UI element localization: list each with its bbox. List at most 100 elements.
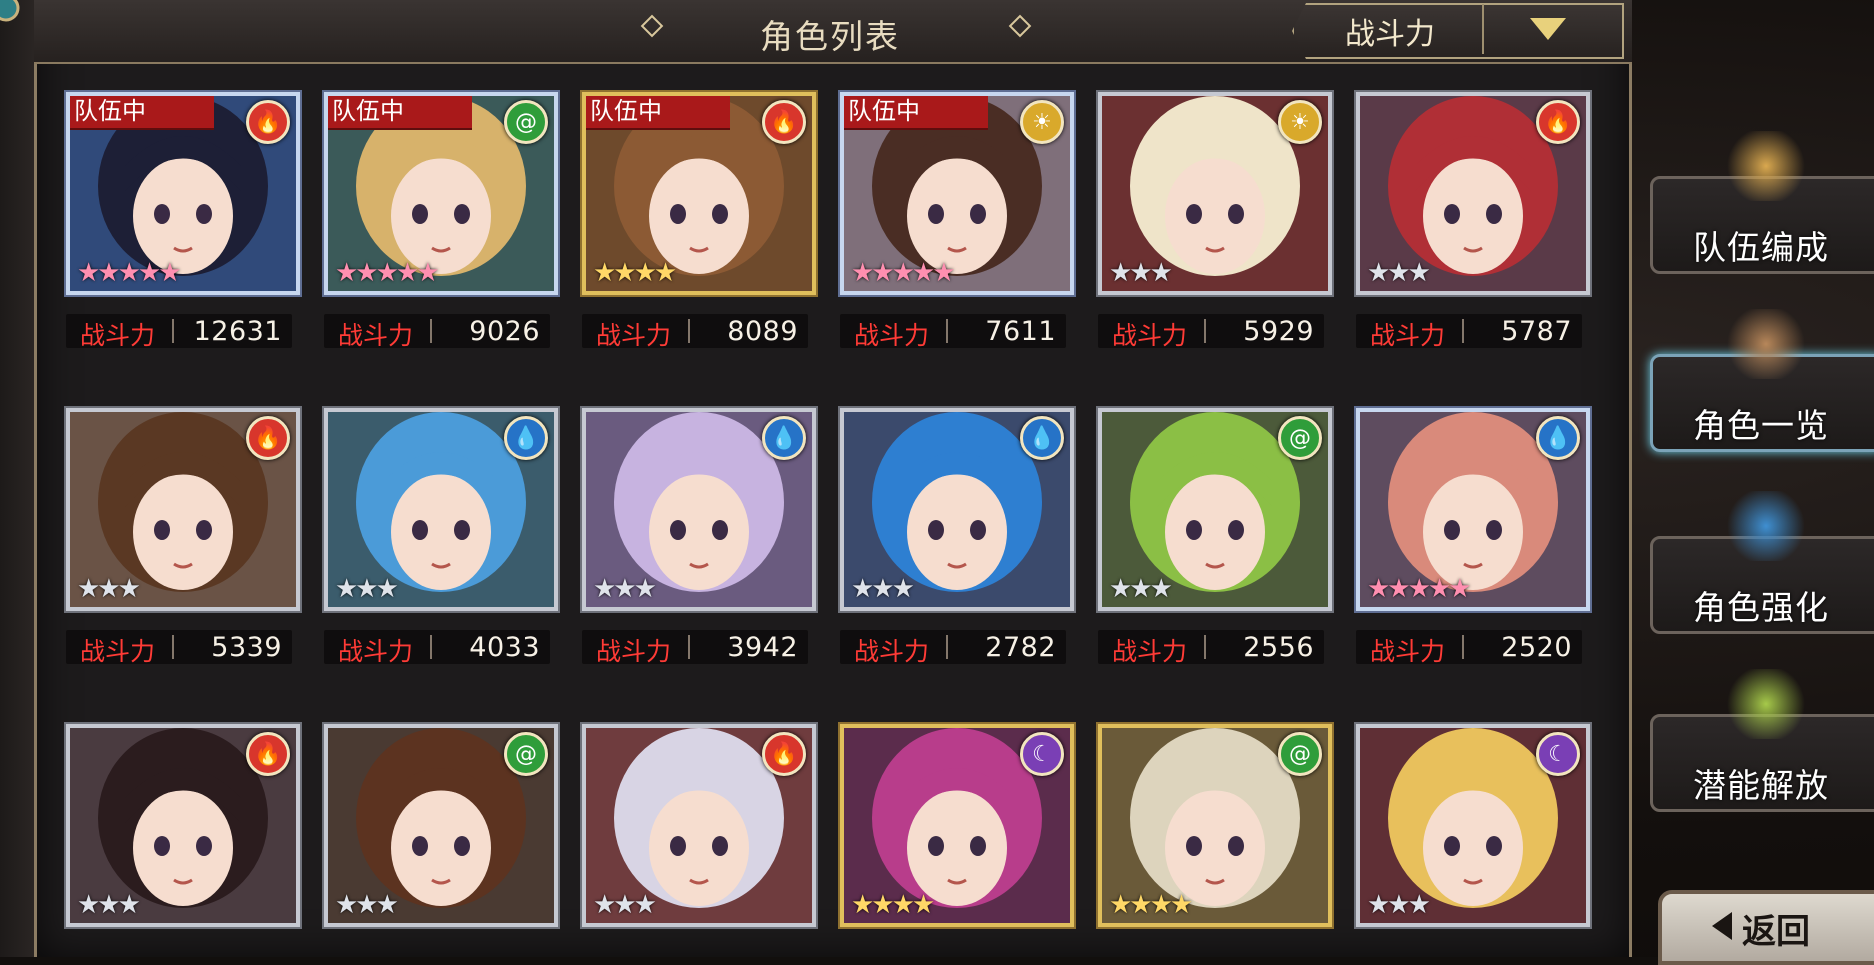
combat-power-bar: 战斗力 3942 [582,630,808,666]
wind-swirl-icon: @ [1278,416,1322,460]
combat-power-value: 2556 [1243,632,1314,663]
combat-power-label: 战斗力 [1112,637,1188,666]
combat-power-bar: 战斗力 5929 [1098,314,1324,350]
combat-power-bar: 战斗力 2556 [1098,630,1324,666]
rarity-stars: ★★★★ [851,890,935,920]
combat-power-value: 7611 [985,316,1056,347]
character-card[interactable]: @ ★★★ [1098,408,1332,611]
character-card[interactable]: @ ★★★★ [1098,724,1332,927]
combat-power-bar: 战斗力 2782 [840,630,1066,666]
sidebar-button-art-icon [1723,131,1809,201]
flame-icon: 🔥 [762,732,806,776]
in-team-badge: 队伍中 [70,96,214,130]
combat-power-label: 战斗力 [1370,637,1446,666]
flame-icon: 🔥 [246,732,290,776]
rarity-stars: ★★★★ [593,258,677,288]
character-card[interactable]: 🔥 ★★★ [66,724,300,927]
left-edge-panel [0,0,36,957]
rarity-stars: ★★★★★ [335,258,440,288]
sort-dropdown[interactable] [1292,3,1624,59]
rarity-stars: ★★★ [335,574,399,604]
rarity-stars: ★★★ [1367,258,1431,288]
rarity-stars: ★★★ [77,890,141,920]
character-card[interactable]: ☾ ★★★★ [840,724,1074,927]
rarity-stars: ★★★ [335,890,399,920]
flame-icon: 🔥 [1536,100,1580,144]
wind-swirl-icon: @ [504,732,548,776]
sun-icon: ☀ [1020,100,1064,144]
combat-power-label: 战斗力 [596,321,672,350]
character-card[interactable]: 🔥 ★★★ [1356,92,1590,295]
combat-power-value: 5339 [211,632,282,663]
crescent-moon-icon: ☾ [1020,732,1064,776]
combat-power-label: 战斗力 [1370,321,1446,350]
wind-swirl-icon: @ [504,100,548,144]
combat-power-bar: 战斗力 5787 [1356,314,1582,350]
character-card[interactable]: 💧 ★★★ [840,408,1074,611]
combat-power-value: 5929 [1243,316,1314,347]
rarity-stars: ★★★ [77,574,141,604]
character-card[interactable]: 🔥 ★★★ [582,724,816,927]
in-team-badge: 队伍中 [586,96,730,130]
sidebar-button-2[interactable]: 角色一览 [1650,309,1874,452]
water-drop-icon: 💧 [762,416,806,460]
water-drop-icon: 💧 [1020,416,1064,460]
combat-power-bar: 战斗力 12631 [66,314,292,350]
combat-power-bar: 战斗力 5339 [66,630,292,666]
sidebar-button-3[interactable]: 角色强化 [1650,491,1874,634]
back-button-label: 返回 [1742,912,1810,952]
back-button[interactable]: 返回 [1658,890,1874,965]
character-card[interactable]: ☾ ★★★ [1356,724,1590,927]
combat-power-divider [1462,635,1464,659]
rarity-stars: ★★★ [1109,574,1173,604]
flame-icon: 🔥 [762,100,806,144]
character-card[interactable]: ☀ ★★★ [1098,92,1332,295]
corner-ornament-icon [0,0,20,22]
rarity-stars: ★★★★ [1109,890,1193,920]
character-card[interactable]: 💧 ★★★ [324,408,558,611]
rarity-stars: ★★★ [593,890,657,920]
combat-power-divider [172,319,174,343]
flame-icon: 🔥 [246,100,290,144]
water-drop-icon: 💧 [504,416,548,460]
rarity-stars: ★★★★★ [851,258,956,288]
combat-power-label: 战斗力 [338,321,414,350]
combat-power-bar: 战斗力 4033 [324,630,550,666]
combat-power-value: 12631 [193,316,282,347]
combat-power-label: 战斗力 [596,637,672,666]
rarity-stars: ★★★★★ [77,258,182,288]
combat-power-bar: 战斗力 9026 [324,314,550,350]
character-card[interactable]: 🔥 ★★★ [66,408,300,611]
character-card[interactable]: 队伍中 🔥 ★★★★★ [66,92,300,295]
character-card[interactable]: 💧 ★★★★★ [1356,408,1590,611]
character-card[interactable]: @ ★★★ [324,724,558,927]
sort-dropdown-label: 战斗力 [1345,18,1435,51]
wind-swirl-icon: @ [1278,732,1322,776]
combat-power-value: 3942 [727,632,798,663]
combat-power-bar: 战斗力 7611 [840,314,1066,350]
character-card[interactable]: 队伍中 ☀ ★★★★★ [840,92,1074,295]
combat-power-divider [1204,635,1206,659]
sidebar-button-label: 角色一览 [1693,406,1829,445]
combat-power-bar: 战斗力 2520 [1356,630,1582,666]
combat-power-label: 战斗力 [80,321,156,350]
character-card[interactable]: 队伍中 @ ★★★★★ [324,92,558,295]
rarity-stars: ★★★ [851,574,915,604]
sidebar-button-4[interactable]: 潜能解放 [1650,669,1874,812]
sidebar-button-label: 队伍编成 [1693,228,1829,267]
sidebar-button-art-icon [1723,309,1809,379]
character-card[interactable]: 💧 ★★★ [582,408,816,611]
sidebar-button-1[interactable]: 队伍编成 [1650,131,1874,274]
sidebar-button-label: 角色强化 [1693,588,1829,627]
sun-icon: ☀ [1278,100,1322,144]
sidebar-button-art-icon [1723,491,1809,561]
dropdown-arrow-icon[interactable] [1530,18,1566,40]
character-card[interactable]: 队伍中 🔥 ★★★★ [582,92,816,295]
combat-power-divider [430,635,432,659]
rarity-stars: ★★★ [1109,258,1173,288]
combat-power-value: 9026 [469,316,540,347]
combat-power-value: 5787 [1501,316,1572,347]
sidebar-button-label: 潜能解放 [1693,766,1829,805]
water-drop-icon: 💧 [1536,416,1580,460]
page-title: 角色列表 [760,18,900,55]
